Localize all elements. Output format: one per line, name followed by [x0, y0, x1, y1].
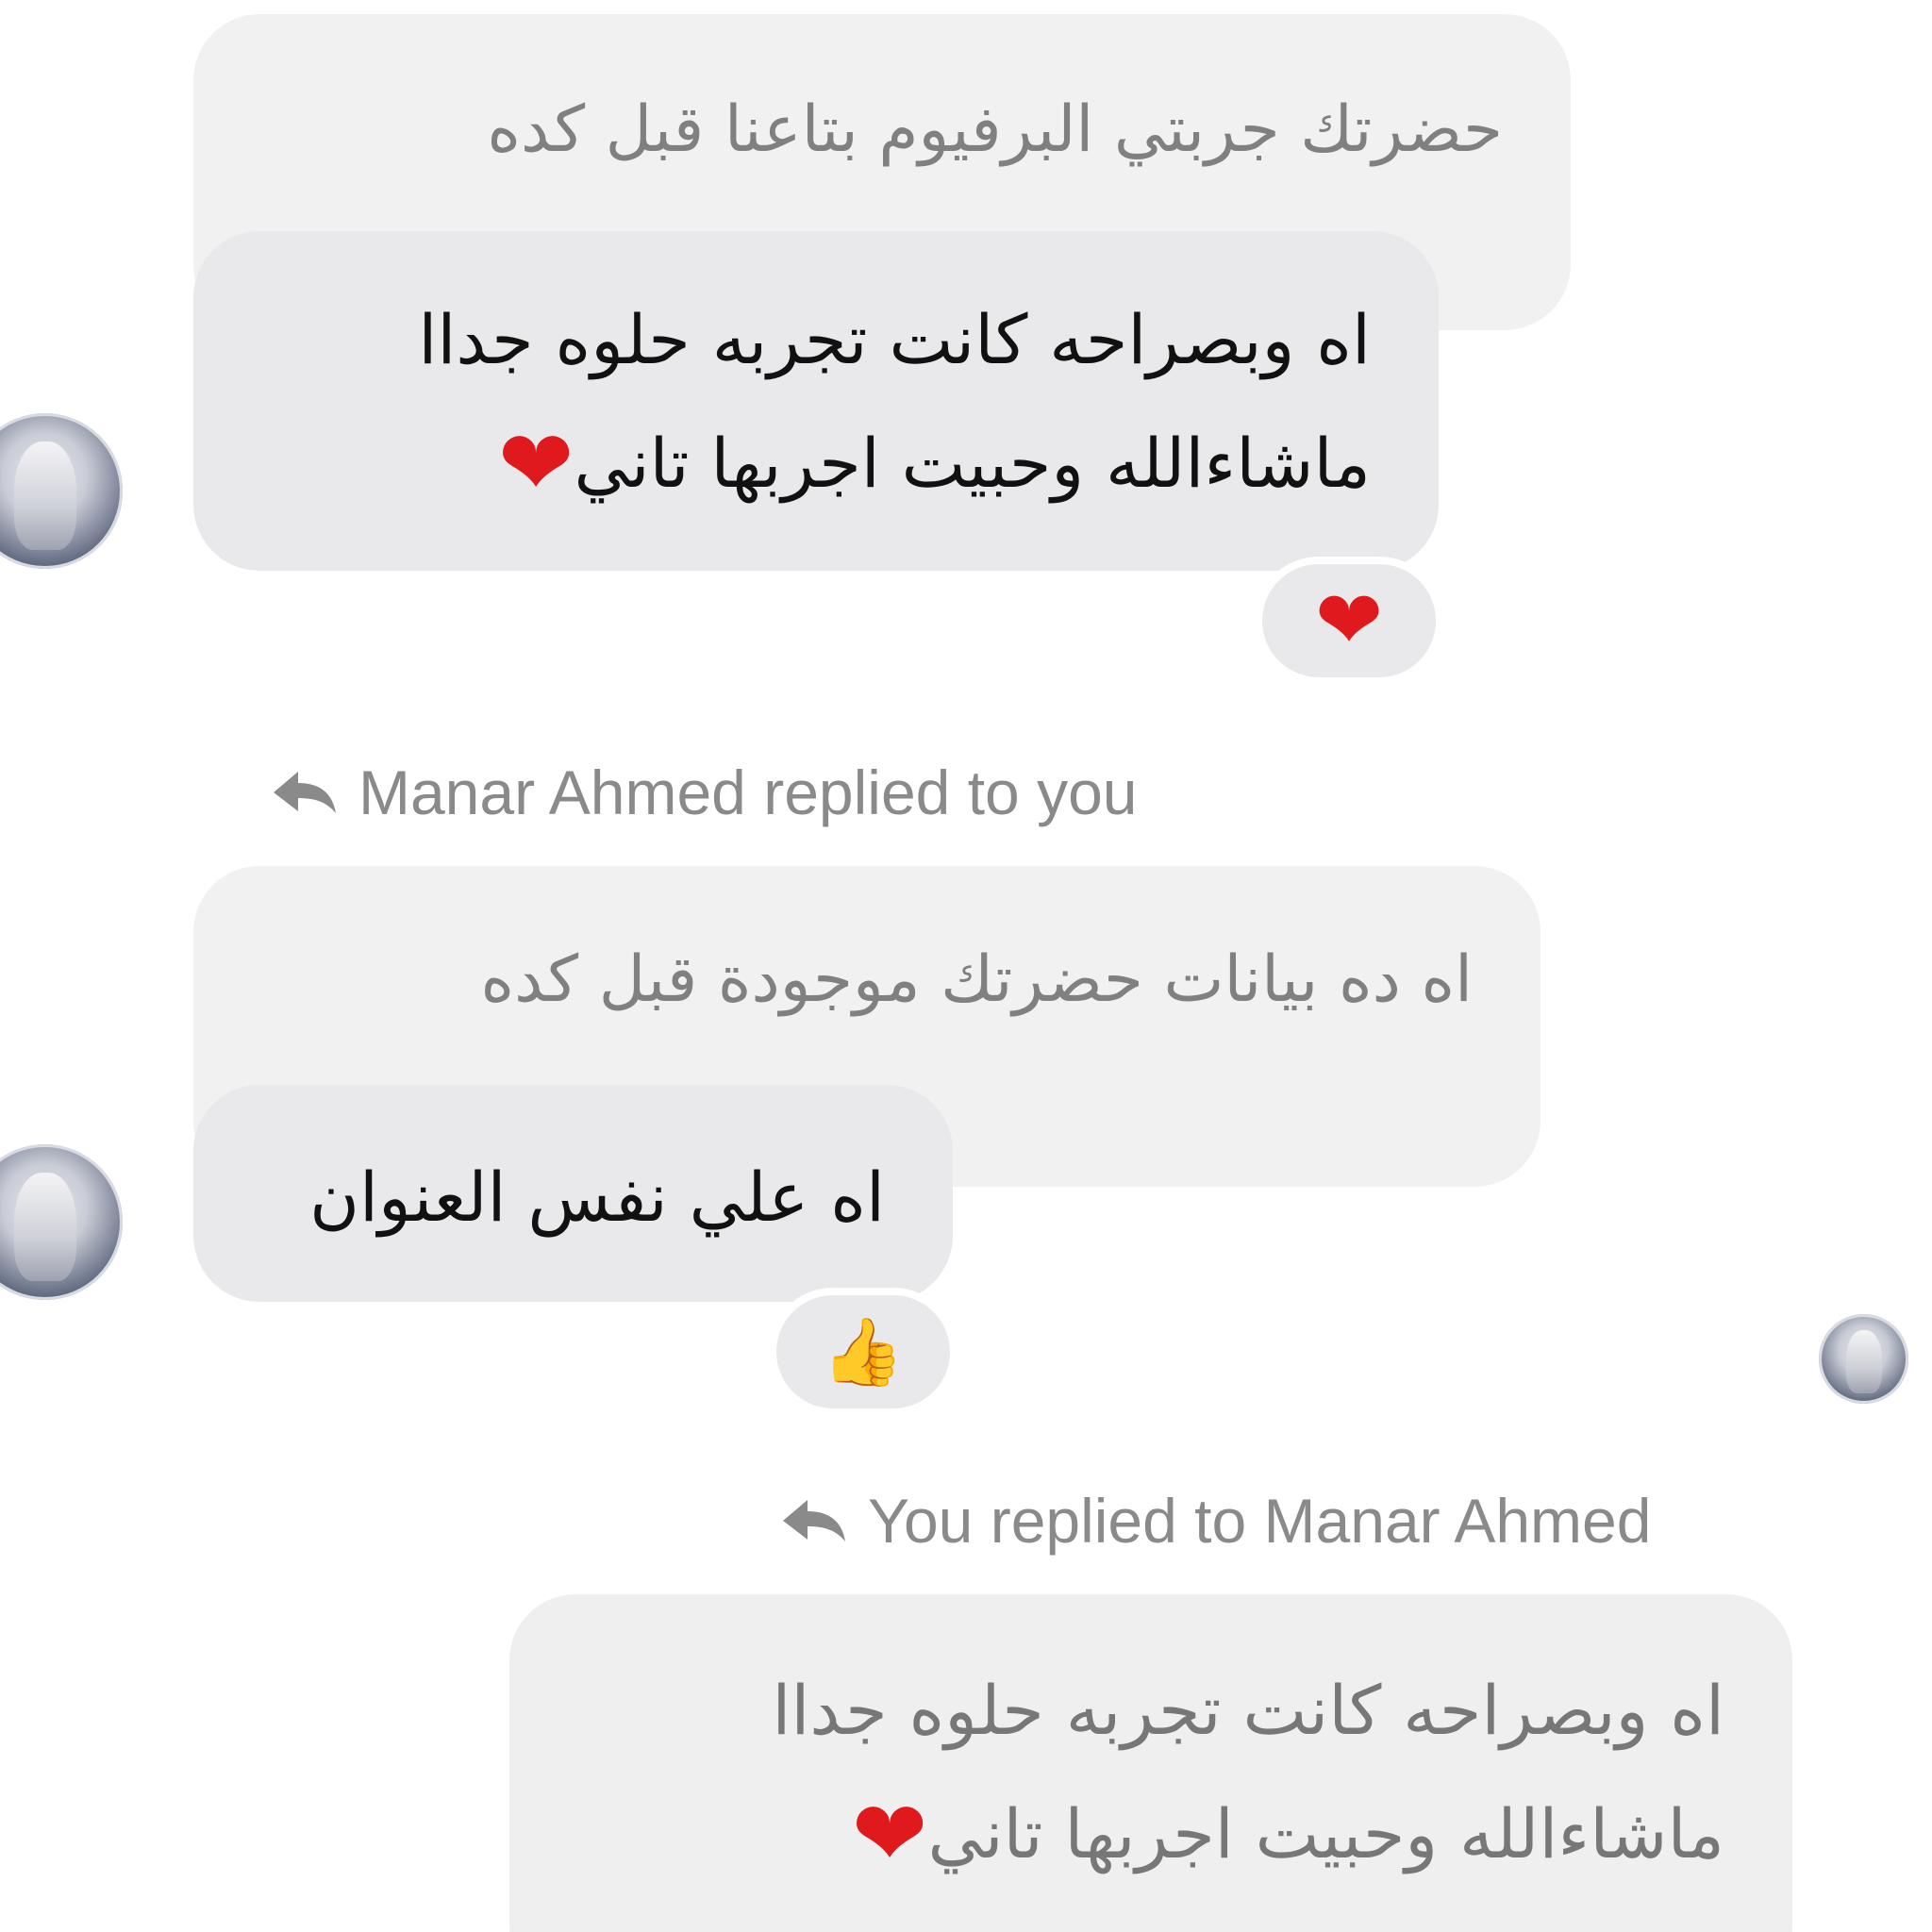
message-text-line: اه وبصراحه كانت تجربه حلوه جداا [418, 300, 1371, 379]
user-avatar[interactable] [0, 413, 123, 569]
message-bubble[interactable]: اه وبصراحه كانت تجربه حلوه جداا ماشاءالل… [193, 231, 1439, 571]
heart-emoji-icon: ❤ [852, 1780, 928, 1887]
quoted-message-bubble[interactable]: اه وبصراحه كانت تجربه حلوه جداا ماشاءالل… [509, 1594, 1792, 1932]
reply-arrow-icon [783, 1500, 845, 1541]
message-text: اه علي نفس العنوان [309, 1158, 885, 1237]
message-text-line: ماشاءالله وحبيت اجربها تاني❤ [498, 409, 1371, 516]
user-avatar[interactable] [0, 1144, 123, 1300]
reply-notice: Manar Ahmed replied to you [272, 755, 1137, 830]
heart-emoji-icon: ❤ [498, 409, 575, 516]
chat-thread: حضرتك جربتي البرفيوم بتاعنا قبل كده اه و… [0, 0, 1932, 1932]
thumbs-up-reaction-icon: 👍 [822, 1313, 905, 1391]
heart-reaction-icon: ❤ [1314, 574, 1384, 668]
reply-notice-text: You replied to Manar Ahmed [868, 1486, 1652, 1556]
message-bubble[interactable]: اه علي نفس العنوان [193, 1085, 953, 1302]
reply-notice-text: Manar Ahmed replied to you [358, 758, 1138, 827]
quoted-message-text-line: ماشاءالله وحبيت اجربها تاني❤ [852, 1780, 1724, 1887]
reply-arrow-icon [274, 772, 336, 813]
quoted-message-text: اه ده بيانات حضرتك موجودة قبل كده [480, 942, 1473, 1017]
reply-notice: You replied to Manar Ahmed [781, 1483, 1651, 1558]
quoted-message-text: حضرتك جربتي البرفيوم بتاعنا قبل كده [487, 92, 1503, 167]
quoted-message-text-line: اه وبصراحه كانت تجربه حلوه جداا [772, 1671, 1724, 1750]
message-reaction[interactable]: ❤ [1255, 557, 1443, 685]
seen-by-avatar [1819, 1314, 1908, 1404]
message-reaction[interactable]: 👍 [769, 1288, 958, 1416]
